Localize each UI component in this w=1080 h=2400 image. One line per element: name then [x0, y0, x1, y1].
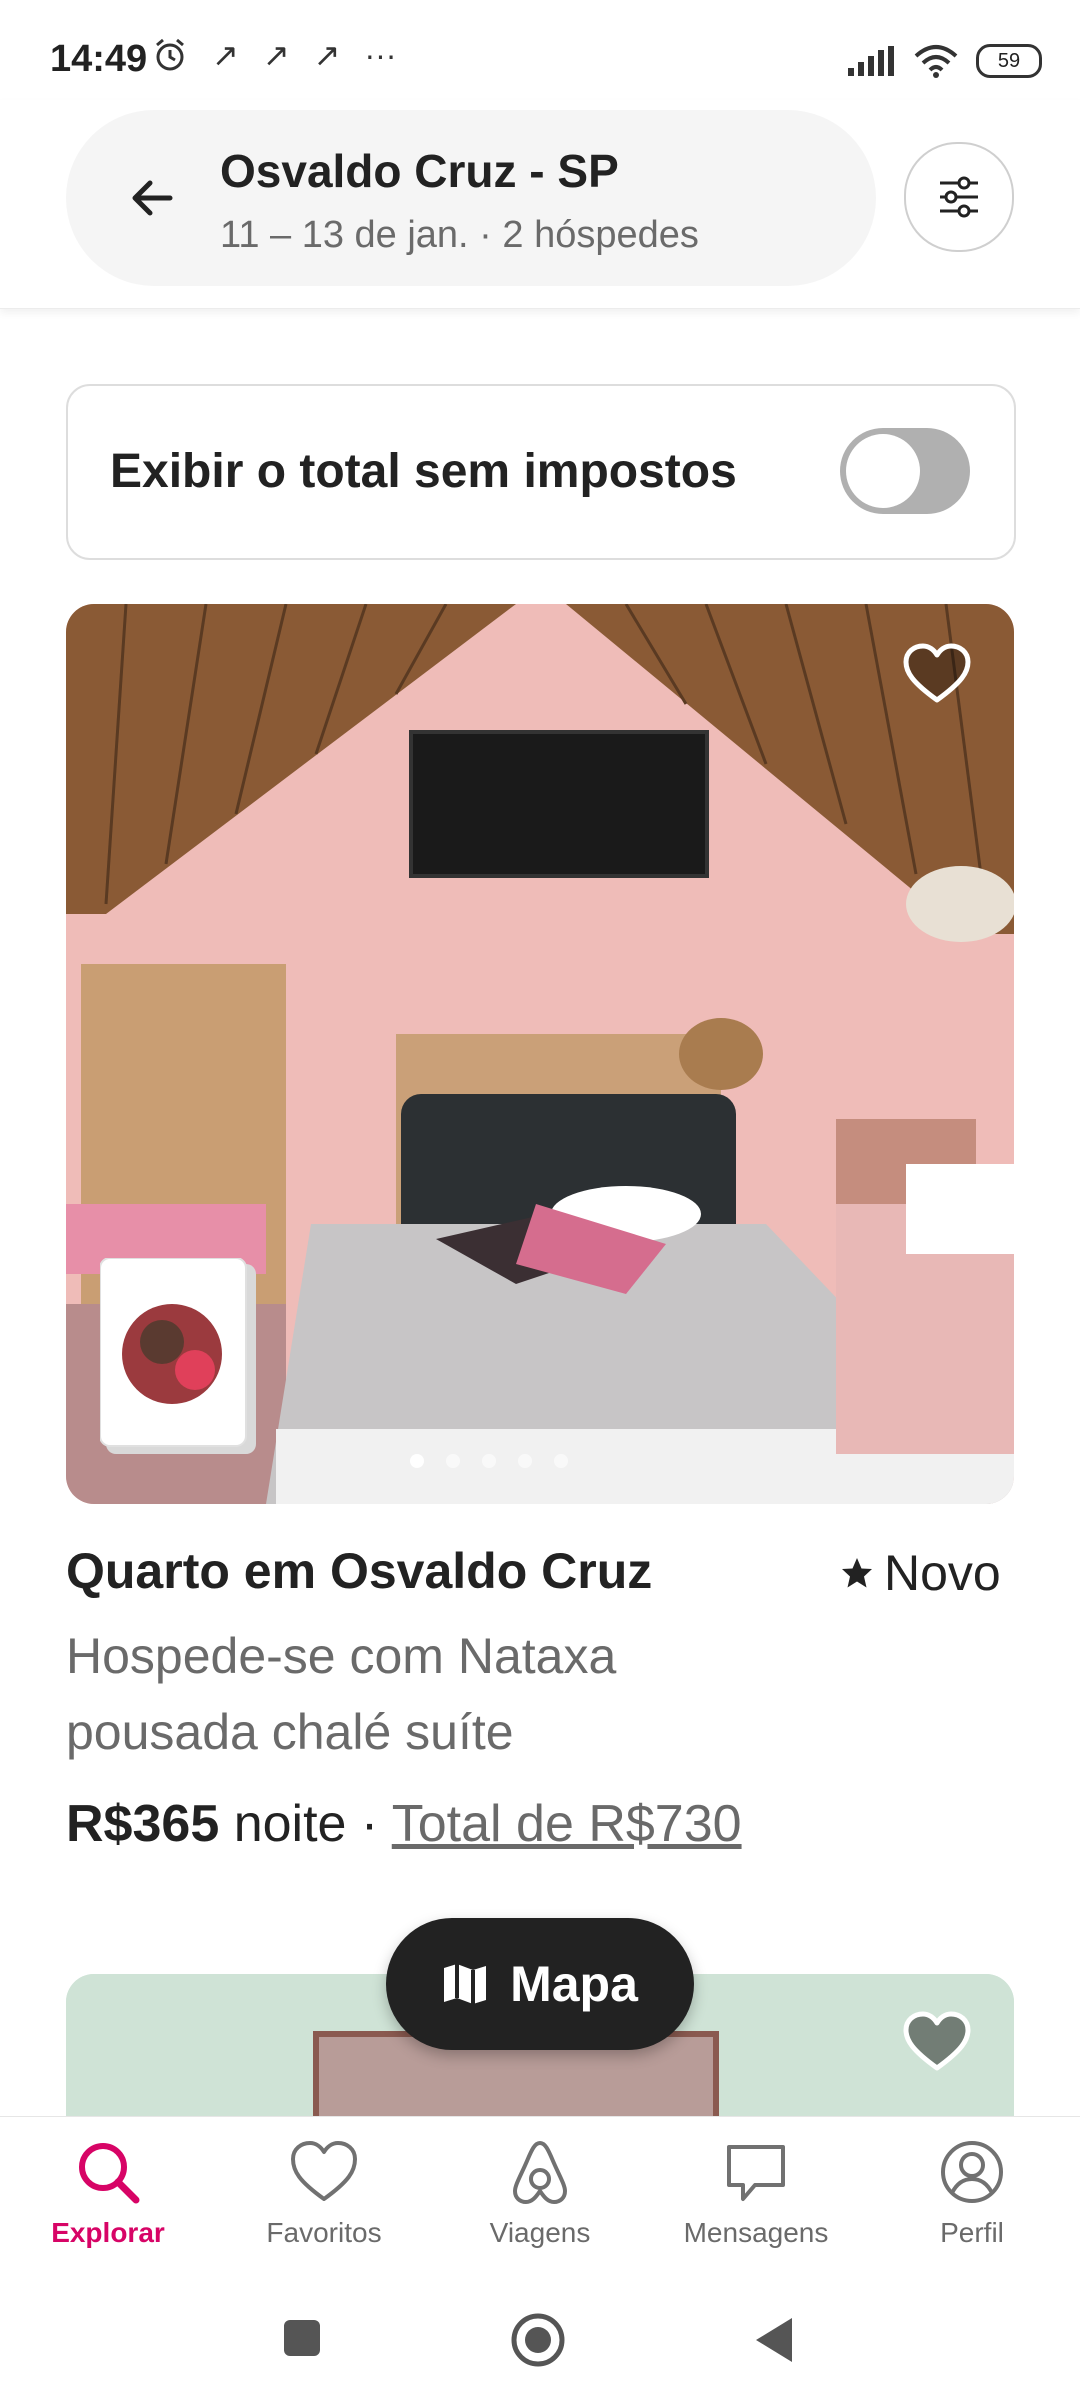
nav-label: Favoritos — [266, 2217, 382, 2248]
home-icon[interactable] — [510, 2312, 566, 2368]
arrow-up-right-icon: ↗ — [313, 37, 341, 73]
listing-description: Hospede-se com Nataxa pousada chalé suít… — [66, 1628, 617, 1760]
tax-toggle-switch[interactable] — [840, 428, 970, 514]
search-summary-pill[interactable]: Osvaldo Cruz - SP 11 – 13 de jan. · 2 hó… — [66, 110, 876, 286]
listing-title[interactable]: Quarto em Osvaldo Cruz — [66, 1542, 652, 1600]
battery-indicator: 59 — [976, 44, 1042, 78]
filters-button[interactable] — [904, 142, 1014, 252]
search-location: Osvaldo Cruz - SP — [220, 145, 619, 197]
status-bar: 14:49 ↗ ↗ ↗ ··· 59 — [0, 0, 1080, 100]
price-unit: noite — [233, 1795, 347, 1853]
host-avatar-card — [99, 1257, 258, 1458]
status-system-icons: 59 — [848, 44, 1042, 78]
search-icon — [79, 2143, 140, 2204]
bottom-navigation: Explorar Favoritos Viagens Mensagens Per… — [0, 2116, 1080, 2287]
map-button-label: Mapa — [510, 1956, 638, 2012]
status-notification-icons: ↗ ↗ ↗ ··· — [152, 36, 396, 74]
map-button[interactable]: Mapa — [386, 1918, 694, 2050]
nav-mensagens[interactable]: Mensagens — [656, 2137, 856, 2249]
system-navigation-bar — [0, 2286, 1080, 2400]
arrow-up-right-icon: ↗ — [262, 37, 290, 73]
wishlist-heart-icon[interactable] — [902, 2010, 972, 2074]
nav-favoritos[interactable]: Favoritos — [224, 2137, 424, 2249]
nav-label: Mensagens — [683, 2217, 829, 2248]
listing-price-row: R$365 noite · Total de R$730 — [66, 1794, 742, 1854]
search-dates-guests: 11 – 13 de jan. · 2 hóspedes — [220, 214, 699, 256]
more-dots-icon: ··· — [364, 36, 397, 73]
wifi-icon — [914, 45, 958, 78]
nav-label: Viagens — [489, 2217, 591, 2248]
nav-label: Explorar — [51, 2217, 165, 2248]
search-header: Osvaldo Cruz - SP 11 – 13 de jan. · 2 hó… — [0, 100, 1080, 309]
total-price-link[interactable]: Total de R$730 — [392, 1795, 742, 1853]
heart-icon — [291, 2141, 357, 2201]
listing-rating: Novo — [840, 1544, 1001, 1602]
rating-label: Novo — [884, 1545, 1001, 1601]
price-display-card: Exibir o total sem impostos — [66, 384, 1016, 560]
profile-icon — [941, 2141, 1003, 2203]
carousel-dot — [554, 1454, 568, 1468]
alarm-icon — [156, 38, 184, 71]
wishlist-heart-icon[interactable] — [902, 642, 972, 706]
carousel-dot — [482, 1454, 496, 1468]
map-icon — [444, 1964, 487, 2004]
nightly-price: R$365 — [66, 1795, 220, 1853]
carousel-dot — [518, 1454, 532, 1468]
status-time: 14:49 — [50, 38, 148, 80]
recent-apps-icon[interactable] — [282, 2318, 322, 2358]
battery-level: 59 — [997, 49, 1021, 72]
nav-explorar[interactable]: Explorar — [8, 2137, 208, 2249]
star-icon — [842, 1558, 872, 1588]
signal-icon — [848, 46, 894, 76]
toggle-knob — [846, 434, 920, 508]
price-separator: · — [360, 1795, 379, 1853]
filter-sliders-icon — [940, 176, 978, 218]
photo-carousel-dots — [410, 1454, 568, 1468]
carousel-dot — [446, 1454, 460, 1468]
back-triangle-icon[interactable] — [752, 2316, 796, 2364]
nav-viagens[interactable]: Viagens — [440, 2137, 640, 2249]
back-arrow-icon[interactable] — [126, 172, 178, 224]
carousel-dot-active — [410, 1454, 424, 1468]
nav-perfil[interactable]: Perfil — [872, 2137, 1072, 2249]
arrow-up-right-icon: ↗ — [212, 37, 239, 73]
nav-label: Perfil — [940, 2217, 1004, 2248]
tax-toggle-label: Exibir o total sem impostos — [110, 445, 737, 498]
airbnb-logo-icon — [513, 2141, 567, 2204]
message-icon — [727, 2145, 785, 2201]
